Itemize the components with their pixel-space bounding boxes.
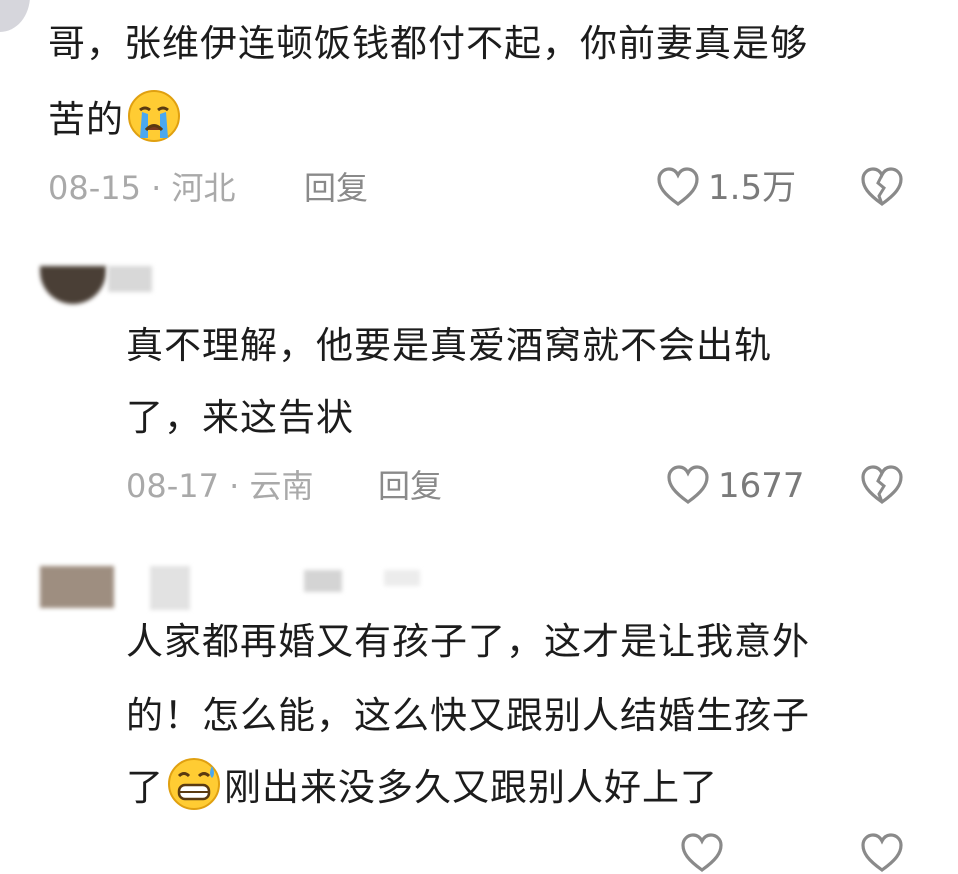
username-redacted[interactable] bbox=[150, 566, 190, 610]
like-count: 1.5万 bbox=[708, 168, 797, 208]
comment-meta: 08-17 · 云南 bbox=[126, 466, 314, 506]
comment-text-line: 人家都再婚又有孩子了，这才是让我意外 bbox=[126, 620, 810, 663]
meta-separator: · bbox=[151, 169, 162, 207]
comment-text-line: 苦的 bbox=[48, 84, 184, 156]
crying-face-emoji bbox=[128, 90, 180, 142]
comment-date: 08-15 bbox=[48, 169, 141, 207]
like-button[interactable] bbox=[666, 464, 710, 506]
dislike-button[interactable] bbox=[860, 464, 904, 506]
comment-text-line: 了，来这告状 bbox=[126, 396, 354, 439]
reply-button[interactable]: 回复 bbox=[378, 466, 442, 506]
comment-date: 08-17 bbox=[126, 467, 219, 505]
avatar-partial[interactable] bbox=[0, 0, 30, 32]
heart-icon bbox=[657, 167, 699, 206]
username-redacted[interactable] bbox=[304, 570, 342, 592]
grinning-sweat-emoji bbox=[168, 758, 220, 810]
avatar[interactable] bbox=[40, 266, 106, 304]
comment-location: 云南 bbox=[249, 467, 314, 505]
meta-separator: · bbox=[229, 467, 240, 505]
comment-text-line: 的！怎么能，这么快又跟别人结婚生孩子 bbox=[126, 694, 810, 737]
like-button[interactable] bbox=[656, 166, 700, 208]
heart-icon bbox=[667, 465, 709, 504]
comment-text-line: 哥，张维伊连顿饭钱都付不起，你前妻真是够 bbox=[48, 22, 808, 65]
dislike-button[interactable] bbox=[860, 832, 904, 874]
comment-text-fragment: 刚出来没多久又跟别人好上了 bbox=[224, 766, 718, 809]
broken-heart-icon bbox=[861, 465, 903, 504]
comment-text-fragment: 苦的 bbox=[48, 98, 124, 141]
dislike-button[interactable] bbox=[860, 166, 904, 208]
comment-meta: 08-15 · 河北 bbox=[48, 168, 236, 208]
reply-button[interactable]: 回复 bbox=[304, 168, 368, 208]
broken-heart-icon bbox=[861, 833, 903, 872]
heart-icon bbox=[681, 833, 723, 872]
username-redacted[interactable] bbox=[384, 570, 420, 586]
avatar[interactable] bbox=[40, 566, 114, 608]
comment-text-fragment: 了 bbox=[126, 766, 164, 809]
broken-heart-icon bbox=[861, 167, 903, 206]
comment-text-line: 了 刚出来没多久又跟别人好上了 bbox=[126, 752, 718, 824]
comment-location: 河北 bbox=[171, 169, 236, 207]
username-redacted[interactable] bbox=[108, 266, 152, 292]
like-count: 1677 bbox=[718, 466, 805, 506]
comment-text-line: 真不理解，他要是真爱酒窝就不会出轨 bbox=[126, 324, 772, 367]
like-button[interactable] bbox=[680, 832, 724, 874]
